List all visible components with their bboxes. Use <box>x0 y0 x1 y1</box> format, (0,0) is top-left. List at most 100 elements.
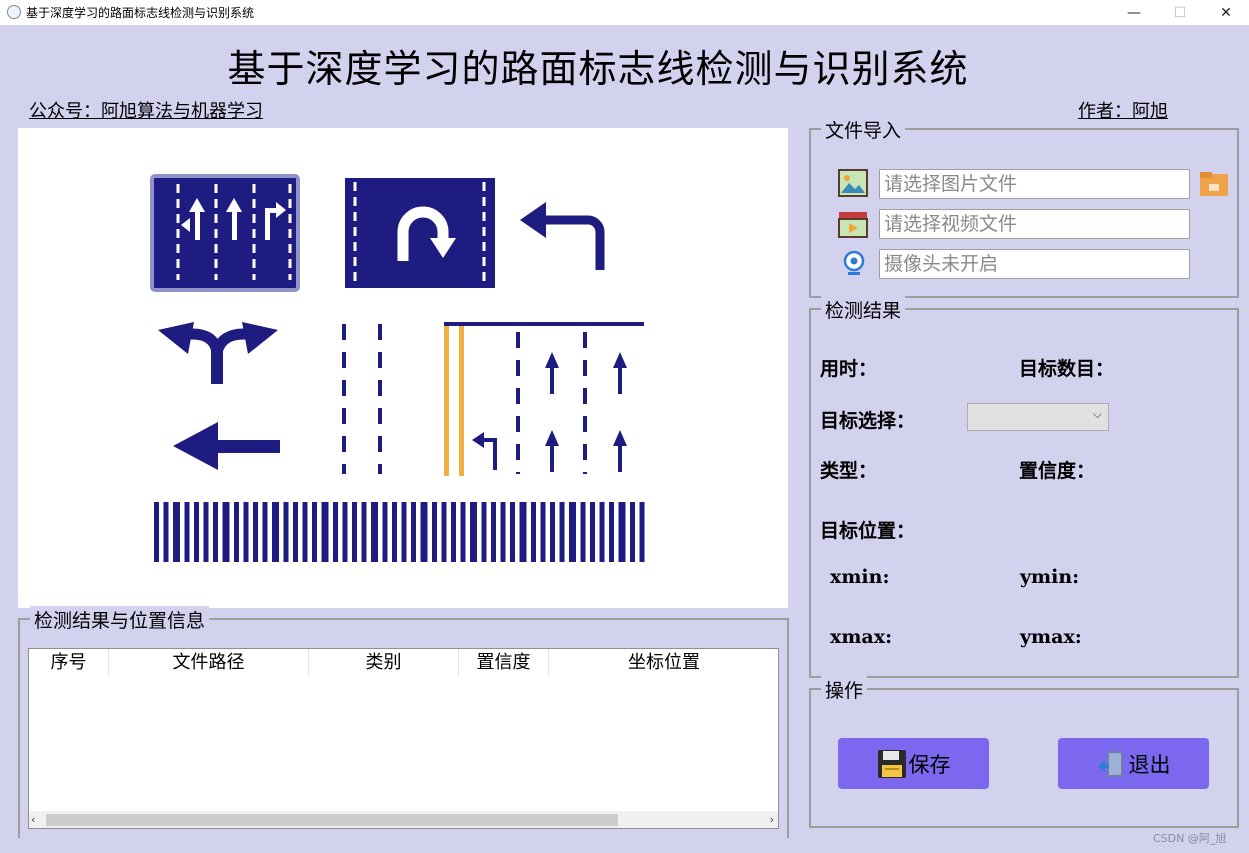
crosswalk-bar <box>194 502 199 562</box>
target-count-label: 目标数目： <box>1019 358 1115 380</box>
crosswalk-bar <box>550 502 555 562</box>
exit-label: 退出 <box>1128 752 1171 777</box>
close-button[interactable]: ✕ <box>1203 0 1249 25</box>
crosswalk-bar <box>371 502 378 562</box>
wechat-account-link[interactable]: 公众号：阿旭算法与机器学习 <box>29 97 263 123</box>
camera-status-input[interactable]: 摄像头未开启 <box>879 249 1190 279</box>
results-table[interactable]: 序号 文件路径 类别 置信度 坐标位置 ‹ › <box>28 648 779 829</box>
crosswalk-bar <box>154 502 159 562</box>
crosswalk-bar <box>243 502 249 562</box>
crosswalk-bar <box>361 502 367 562</box>
crosswalk-bar <box>234 502 239 562</box>
crosswalk-bar <box>342 502 348 562</box>
column-header-class[interactable]: 类别 <box>309 649 459 676</box>
window-title-bar: 基于深度学习的路面标志线检测与识别系统 — ☐ ✕ <box>0 0 1249 25</box>
crosswalk-bar <box>460 502 466 562</box>
results-table-title: 检测结果与位置信息 <box>30 606 210 633</box>
ymin-label: ymin: <box>1020 566 1080 588</box>
column-header-coordinates[interactable]: 坐标位置 <box>549 649 779 676</box>
minimize-button[interactable]: — <box>1111 0 1157 25</box>
target-select-label: 目标选择： <box>820 410 916 432</box>
author-link[interactable]: 作者：阿旭 <box>1078 97 1168 123</box>
crosswalk-bar <box>401 502 407 562</box>
crosswalk-bar <box>302 502 308 562</box>
exit-door-icon <box>1097 749 1127 779</box>
webcam-icon[interactable] <box>842 250 866 278</box>
crosswalk-bar <box>163 502 169 562</box>
window-title: 基于深度学习的路面标志线检测与识别系统 <box>26 6 255 20</box>
xmax-label: xmax: <box>830 626 893 648</box>
chevron-down-icon: ⌵ <box>1092 407 1102 421</box>
operations-title: 操作 <box>821 676 868 703</box>
save-label: 保存 <box>908 752 951 777</box>
crosswalk-bar <box>411 502 416 562</box>
crosswalk-bar <box>203 502 209 562</box>
crosswalk-bar <box>321 502 329 562</box>
crosswalk-bar <box>333 502 338 562</box>
image-display <box>18 128 788 608</box>
crosswalk-bar <box>432 502 437 562</box>
operations-group: 操作 保存 退出 <box>809 676 1239 828</box>
crosswalk-bar <box>559 502 565 562</box>
time-label: 用时： <box>820 358 878 380</box>
app-icon <box>7 5 21 19</box>
crosswalk-bar <box>569 502 576 562</box>
exit-button[interactable]: 退出 <box>1058 738 1209 789</box>
crosswalk-bar <box>470 502 477 562</box>
file-import-group: 文件导入 请选择图片文件 请选择视频文件 摄像头未开启 <box>809 116 1239 298</box>
crosswalk-bar <box>540 502 546 562</box>
crosswalk-bar <box>222 502 230 562</box>
crosswalk-bar <box>580 502 586 562</box>
target-select-dropdown[interactable]: ⌵ <box>967 403 1109 431</box>
type-label: 类型： <box>820 460 878 482</box>
watermark: CSDN @阿_旭 <box>1153 832 1227 845</box>
scrollbar-thumb[interactable] <box>46 814 618 826</box>
crosswalk-bar <box>420 502 428 562</box>
horizontal-scrollbar[interactable]: ‹ › <box>29 811 778 828</box>
page-title: 基于深度学习的路面标志线检测与识别系统 <box>227 47 969 91</box>
crosswalk-bar <box>352 502 357 562</box>
detection-result-title: 检测结果 <box>821 296 906 323</box>
crosswalk-bar <box>639 502 645 562</box>
crosswalk-bar <box>262 502 268 562</box>
folder-icon[interactable] <box>1199 170 1229 198</box>
crosswalk-bar <box>184 502 190 562</box>
ymax-label: ymax: <box>1020 626 1082 648</box>
image-file-icon[interactable] <box>838 169 868 197</box>
crosswalk-bar <box>491 502 496 562</box>
xmin-label: xmin: <box>830 566 890 588</box>
scroll-left-icon[interactable]: ‹ <box>31 813 35 826</box>
floppy-disk-icon <box>877 749 907 779</box>
detection-result-group: 检测结果 用时： 目标数目： 目标选择： ⌵ 类型： 置信度： 目标位置： xm… <box>809 296 1239 678</box>
crosswalk-bar <box>510 502 515 562</box>
column-header-index[interactable]: 序号 <box>29 649 109 676</box>
scroll-right-icon[interactable]: › <box>770 813 774 826</box>
crosswalk-bar <box>392 502 397 562</box>
column-header-file-path[interactable]: 文件路径 <box>109 649 309 676</box>
crosswalk-bar <box>630 502 635 562</box>
save-button[interactable]: 保存 <box>838 738 989 789</box>
crosswalk-bar <box>312 502 317 562</box>
file-import-title: 文件导入 <box>821 116 906 143</box>
crosswalk-bar <box>441 502 447 562</box>
crosswalk-bar <box>500 502 506 562</box>
crosswalk-bar <box>293 502 298 562</box>
image-path-input[interactable]: 请选择图片文件 <box>879 169 1190 199</box>
column-header-confidence[interactable]: 置信度 <box>459 649 549 676</box>
crosswalk-bar <box>519 502 527 562</box>
crosswalk-bar <box>451 502 456 562</box>
crosswalk-bar <box>253 502 258 562</box>
crosswalk-bar <box>531 502 536 562</box>
crosswalk-bar <box>283 502 289 562</box>
crosswalk-bar <box>382 502 388 562</box>
video-path-input[interactable]: 请选择视频文件 <box>879 209 1190 239</box>
crosswalk-bar <box>609 502 614 562</box>
target-position-label: 目标位置： <box>820 520 916 542</box>
confidence-label: 置信度： <box>1019 460 1096 482</box>
road-marking-image <box>150 174 645 562</box>
video-file-icon[interactable] <box>838 210 868 238</box>
crosswalk-bar <box>618 502 626 562</box>
crosswalk-bar <box>599 502 605 562</box>
crosswalk-bar <box>272 502 279 562</box>
maximize-button[interactable]: ☐ <box>1157 0 1203 25</box>
